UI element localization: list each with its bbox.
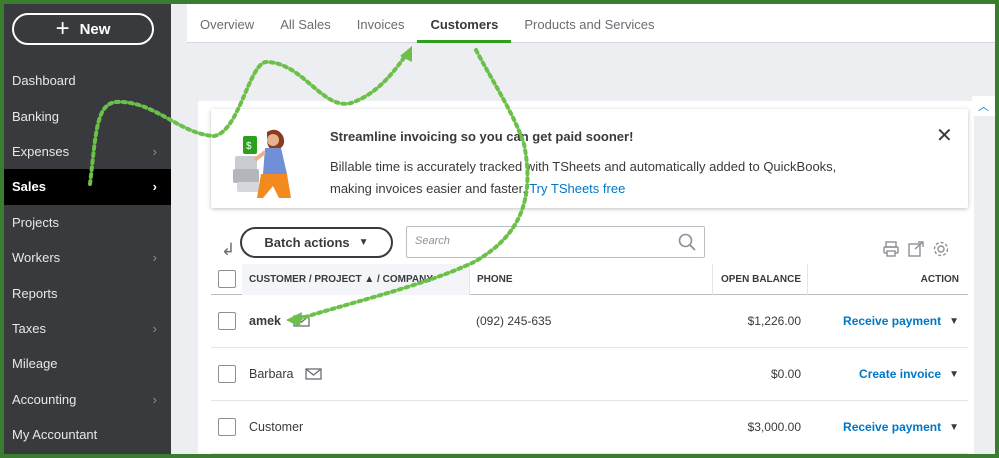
create-invoice-link[interactable]: Create invoice: [859, 367, 941, 381]
row-checkbox[interactable]: [218, 418, 236, 436]
customer-phone: (092) 245-635: [476, 314, 552, 328]
caret-down-icon[interactable]: ▼: [949, 369, 959, 380]
sales-tabs: Overview All Sales Invoices Customers Pr…: [187, 4, 995, 43]
customer-name-cell: Customer: [242, 420, 469, 434]
sort-arrow-icon[interactable]: ↲: [221, 240, 235, 260]
annotation-arrowhead: [400, 46, 412, 62]
table-tools: [882, 240, 950, 258]
chevron-right-icon: ›: [152, 179, 157, 195]
sidebar: + New Dashboard Banking Expenses › Sales ›…: [4, 4, 171, 454]
chevron-right-icon: ›: [152, 320, 157, 336]
customer-name[interactable]: Customer: [249, 420, 303, 434]
sidebar-item-label: Expenses: [12, 143, 70, 159]
batch-actions-button[interactable]: Batch actions ▼: [240, 227, 393, 258]
header-phone[interactable]: PHONE: [469, 263, 712, 295]
promo-text: Billable time is accurately tracked with…: [330, 156, 850, 200]
customers-table: CUSTOMER / PROJECT ▲ / COMPANY PHONE OPE…: [211, 263, 968, 454]
promo-illustration: $: [233, 129, 291, 198]
new-button-label: New: [79, 20, 111, 38]
promo-title: Streamline invoicing so you can get paid…: [330, 129, 634, 144]
promo-banner: $ Streamline invoicing so you can get pa…: [211, 109, 968, 208]
close-icon[interactable]: ✕: [936, 123, 953, 148]
sidebar-item-label: Taxes: [12, 320, 46, 336]
tab-all-sales[interactable]: All Sales: [267, 4, 344, 43]
sidebar-item-label: Accounting: [12, 391, 77, 407]
customer-name-cell: amek: [242, 314, 469, 328]
mail-icon[interactable]: [305, 368, 323, 380]
sidebar-item-label: Banking: [12, 108, 59, 124]
search-icon[interactable]: [678, 233, 696, 251]
sidebar-item-mileage[interactable]: Mileage: [4, 346, 171, 381]
customer-name[interactable]: amek: [249, 314, 281, 328]
row-action: Create invoice ▼: [807, 367, 968, 381]
sidebar-item-label: Workers: [12, 250, 61, 266]
try-tsheets-link[interactable]: Try TSheets free: [529, 181, 625, 196]
sidebar-item-sales[interactable]: Sales ›: [4, 169, 171, 205]
sidebar-item-label: Projects: [12, 214, 59, 230]
sidebar-item-reports[interactable]: Reports: [4, 275, 171, 310]
sidebar-nav: Dashboard Banking Expenses › Sales › Proje…: [4, 63, 171, 452]
tab-overview[interactable]: Overview: [187, 4, 267, 43]
mail-icon[interactable]: [293, 315, 310, 327]
sidebar-item-accounting[interactable]: Accounting ›: [4, 382, 171, 417]
sidebar-item-expenses[interactable]: Expenses ›: [4, 134, 171, 169]
plus-icon: +: [55, 15, 70, 42]
header-action: ACTION: [807, 263, 968, 295]
search-input[interactable]: [415, 235, 665, 247]
print-icon[interactable]: [882, 240, 900, 258]
header-customer[interactable]: CUSTOMER / PROJECT ▲ / COMPANY: [242, 263, 469, 295]
receive-payment-link[interactable]: Receive payment: [843, 420, 941, 434]
table-row: Customer $3,000.00 Receive payment ▼: [211, 401, 968, 454]
chevron-right-icon: ›: [152, 143, 157, 159]
sidebar-item-label: My Accountant: [12, 427, 98, 443]
customer-open-balance: $3,000.00: [747, 420, 801, 434]
export-icon[interactable]: [907, 240, 925, 258]
chevron-right-icon: ›: [152, 391, 157, 407]
sidebar-item-my-accountant[interactable]: My Accountant: [4, 417, 171, 452]
row-checkbox-cell: [211, 312, 242, 330]
header-open-balance[interactable]: OPEN BALANCE: [712, 263, 807, 295]
row-checkbox-cell: [211, 418, 242, 436]
new-button[interactable]: + New: [12, 13, 154, 45]
customer-name[interactable]: Barbara: [249, 367, 293, 381]
row-checkbox[interactable]: [218, 365, 236, 383]
row-action: Receive payment ▼: [807, 314, 968, 328]
tab-customers[interactable]: Customers: [417, 4, 512, 43]
sidebar-item-label: Mileage: [12, 356, 58, 372]
caret-down-icon[interactable]: ▼: [949, 422, 959, 433]
sidebar-item-label: Reports: [12, 285, 58, 301]
sidebar-item-workers[interactable]: Workers ›: [4, 240, 171, 275]
tab-products-and-services[interactable]: Products and Services: [511, 4, 667, 43]
row-checkbox[interactable]: [218, 312, 236, 330]
svg-text:$: $: [246, 141, 252, 152]
batch-actions-label: Batch actions: [264, 235, 350, 250]
customer-open-balance: $0.00: [770, 367, 801, 381]
chevron-right-icon: ›: [152, 250, 157, 266]
sidebar-item-projects[interactable]: Projects: [4, 205, 171, 240]
header-checkbox-cell: [211, 270, 242, 288]
sidebar-item-dashboard[interactable]: Dashboard: [4, 63, 171, 98]
customer-open-balance: $1,226.00: [747, 314, 801, 328]
tab-invoices[interactable]: Invoices: [344, 4, 418, 43]
sidebar-item-label: Sales: [12, 179, 46, 195]
app-window: + New Dashboard Banking Expenses › Sales ›…: [4, 4, 995, 454]
table-header: CUSTOMER / PROJECT ▲ / COMPANY PHONE OPE…: [211, 263, 968, 295]
table-row: amek (092) 245-635 $1,226.00 Receive pay…: [211, 295, 968, 348]
caret-down-icon[interactable]: ▼: [949, 316, 959, 327]
sidebar-item-label: Dashboard: [12, 73, 76, 89]
row-action: Receive payment ▼: [807, 420, 968, 434]
table-row: Barbara $0.00 Create invoice ▼: [211, 348, 968, 401]
customer-name-cell: Barbara: [242, 367, 469, 381]
collapse-chevron-up-icon[interactable]: ︿: [972, 96, 995, 116]
receive-payment-link[interactable]: Receive payment: [843, 314, 941, 328]
select-all-checkbox[interactable]: [218, 270, 236, 288]
sidebar-item-taxes[interactable]: Taxes ›: [4, 311, 171, 346]
sidebar-item-banking[interactable]: Banking: [4, 98, 171, 133]
gear-icon[interactable]: [932, 240, 950, 258]
row-checkbox-cell: [211, 365, 242, 383]
caret-down-icon: ▼: [358, 237, 369, 248]
search-box: [406, 226, 705, 258]
